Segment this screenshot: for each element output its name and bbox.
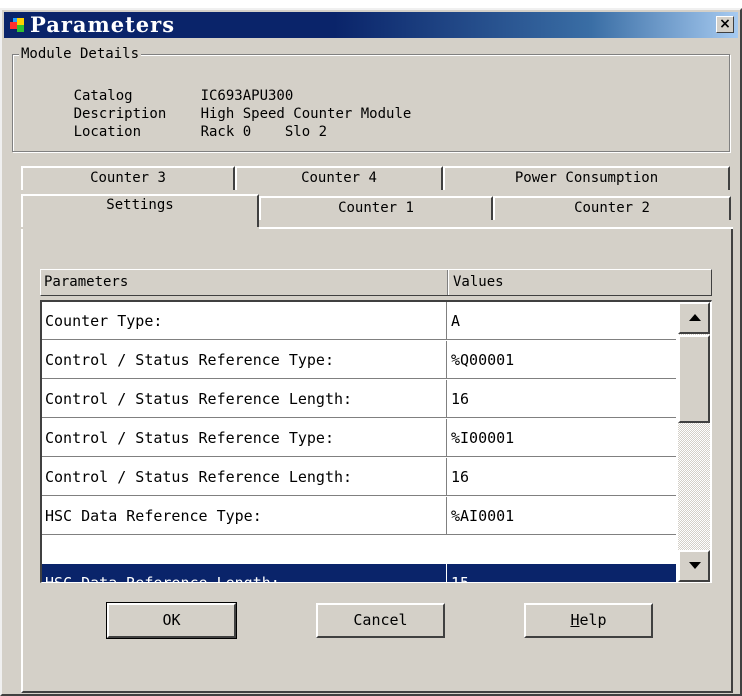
column-header-parameters[interactable]: Parameters (41, 270, 445, 295)
param-value[interactable]: %I00001 (451, 419, 671, 457)
help-button-label: elp (579, 611, 607, 629)
param-value[interactable]: 15 (451, 564, 671, 582)
param-name: HSC Data Reference Type: (45, 507, 262, 525)
tab-counter-3-label: Counter 3 (90, 170, 166, 186)
column-header-values-label: Values (453, 274, 504, 290)
cell-divider (446, 458, 447, 496)
scroll-down-button[interactable] (678, 550, 710, 582)
param-value[interactable]: 16 (451, 380, 671, 418)
cell-divider (446, 302, 447, 340)
column-header-parameters-label: Parameters (44, 274, 129, 290)
table-row[interactable]: HSC Data Reference Type: %AI0001 (42, 497, 676, 535)
module-details-group: Module Details Catalog IC693APU300 Descri… (12, 45, 730, 152)
close-icon: × (719, 16, 731, 32)
tab-counter-3[interactable]: Counter 3 (21, 166, 235, 190)
param-name: Control / Status Reference Length: (45, 468, 353, 486)
parameters-dialog: Parameters × Module Details Catalog IC693… (0, 8, 742, 696)
window-title: Parameters (30, 12, 176, 37)
parameters-grid-header: Parameters Values (40, 269, 712, 296)
ok-button-label: OK (162, 611, 181, 629)
tab-counter-2-label: Counter 2 (574, 200, 650, 216)
tab-power-consumption[interactable]: Power Consumption (443, 166, 730, 190)
tab-power-consumption-label: Power Consumption (514, 170, 659, 186)
tab-counter-1-label: Counter 1 (338, 200, 414, 216)
param-value[interactable]: 16 (451, 458, 671, 496)
table-row[interactable]: Control / Status Reference Type: %Q00001 (42, 341, 676, 379)
vertical-scrollbar[interactable] (678, 302, 710, 582)
cell-divider (446, 341, 447, 379)
param-value[interactable]: A (451, 302, 671, 340)
cancel-button-label: Cancel (353, 611, 408, 629)
location-label: Location (73, 124, 142, 140)
table-row[interactable]: Control / Status Reference Length: 16 (42, 458, 676, 496)
param-name: Control / Status Reference Type: (45, 429, 334, 447)
title-bar[interactable]: Parameters × (4, 12, 738, 38)
app-icon (10, 18, 24, 32)
tab-counter-1[interactable]: Counter 1 (259, 196, 493, 220)
table-row[interactable]: Control / Status Reference Type: %I00001 (42, 419, 676, 457)
location-row: Location Rack 0 Slo 2 (23, 105, 327, 159)
table-row[interactable]: Control / Status Reference Length: 16 (42, 380, 676, 418)
column-header-values[interactable]: Values (450, 270, 700, 295)
tab-settings-label: Settings (106, 197, 174, 213)
param-name: Counter Type: (45, 312, 163, 330)
table-row[interactable]: Counter Type: A (42, 302, 676, 340)
tab-counter-4[interactable]: Counter 4 (235, 166, 443, 190)
cell-divider (446, 564, 447, 582)
location-value: Rack 0 Slo 2 (200, 124, 328, 140)
tab-counter-4-label: Counter 4 (301, 170, 377, 186)
module-details-title: Module Details (19, 45, 142, 63)
param-name: Control / Status Reference Length: (45, 390, 353, 408)
scroll-up-button[interactable] (678, 302, 710, 334)
param-name: HSC Data Reference Length: (45, 574, 280, 583)
arrow-up-icon (689, 314, 701, 321)
column-separator[interactable] (447, 270, 449, 295)
cell-divider (446, 497, 447, 535)
cell-divider (446, 419, 447, 457)
cancel-button[interactable]: Cancel (316, 603, 445, 638)
param-value[interactable]: %Q00001 (451, 341, 671, 379)
close-button[interactable]: × (716, 16, 734, 33)
tab-counter-2[interactable]: Counter 2 (493, 196, 731, 220)
help-button[interactable]: Help (524, 603, 653, 638)
ok-button[interactable]: OK (106, 602, 237, 639)
scroll-thumb[interactable] (678, 335, 710, 423)
cell-divider (446, 380, 447, 418)
tab-settings[interactable]: Settings (21, 194, 259, 227)
parameters-grid: Counter Type: A Control / Status Referen… (40, 300, 712, 583)
table-row-selected[interactable]: HSC Data Reference Length: 15 (42, 564, 676, 583)
tab-panel-top-edge (259, 227, 733, 229)
param-value[interactable]: %AI0001 (451, 497, 671, 535)
arrow-down-icon (689, 562, 701, 569)
param-name: Control / Status Reference Type: (45, 351, 334, 369)
